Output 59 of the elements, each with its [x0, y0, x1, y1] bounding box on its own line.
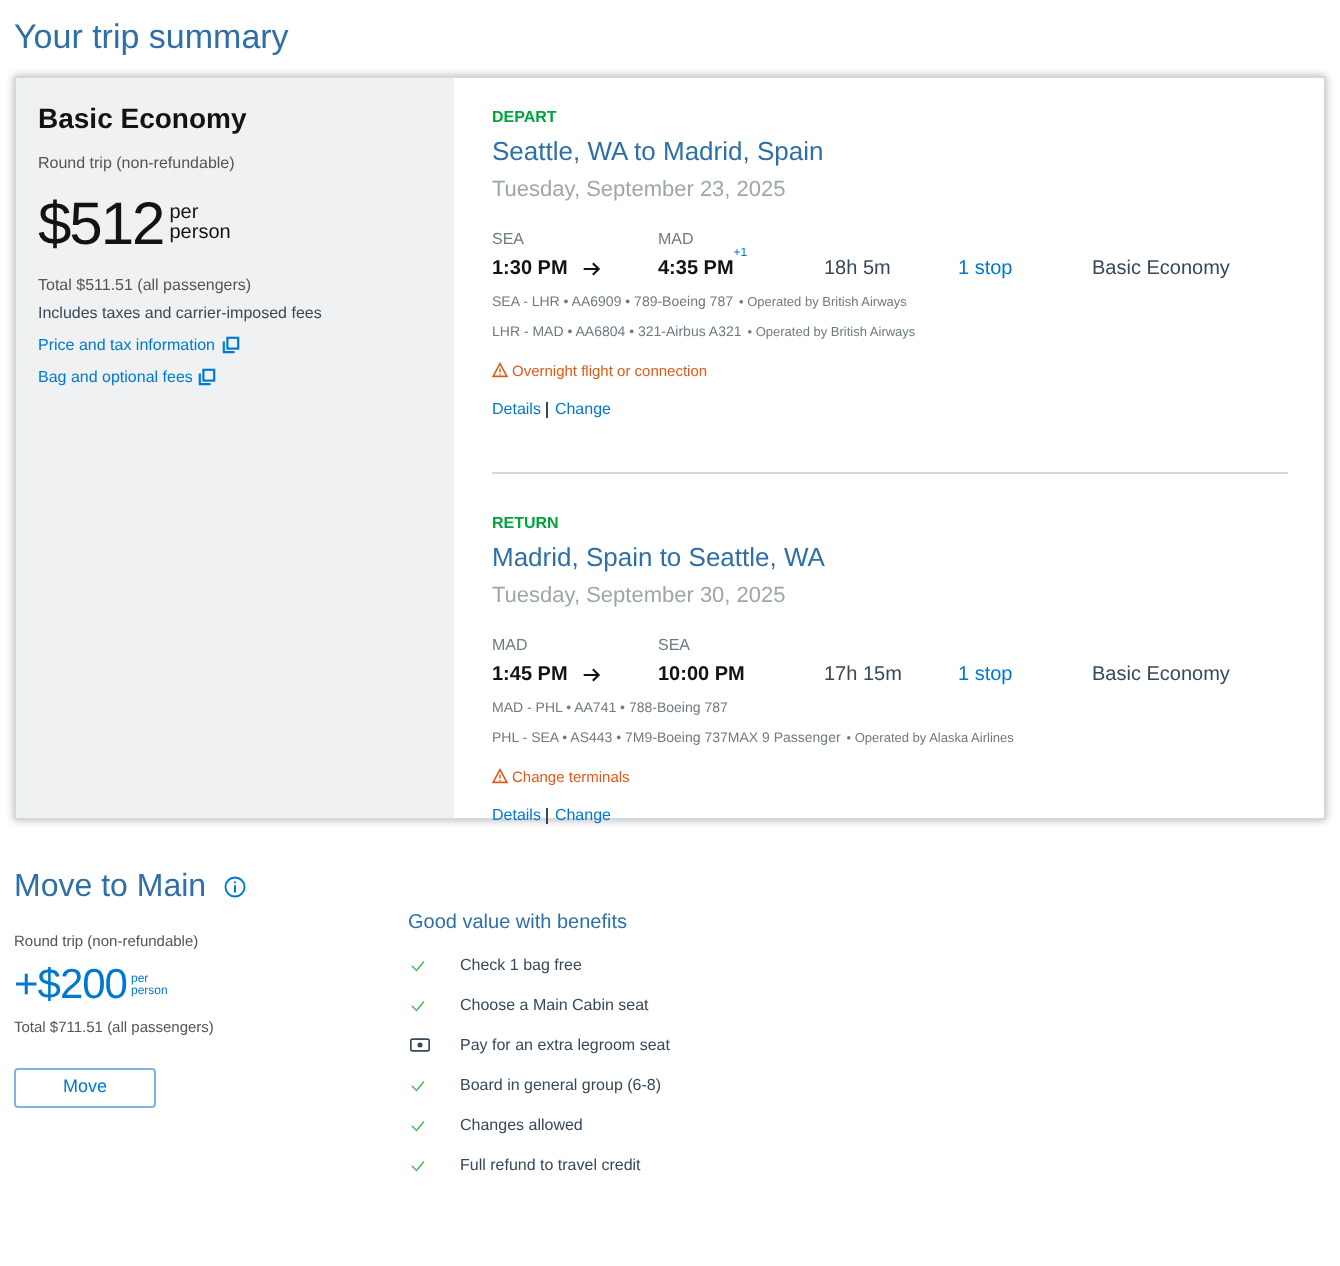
flight-date: Tuesday, September 30, 2025: [492, 582, 788, 613]
warning-icon: [492, 768, 508, 785]
section-title: Move to Main: [14, 867, 207, 907]
route-title: Seattle, WA to Madrid, Spain: [492, 133, 826, 170]
flight-link[interactable]: Change: [554, 397, 611, 422]
external-link-icon: [221, 336, 239, 354]
person-label: person: [169, 224, 231, 244]
benefit-text: Full refund to travel credit: [460, 1153, 641, 1177]
duration: 18h 5m: [824, 255, 893, 283]
benefit-text: Board in general group (6-8): [460, 1073, 662, 1097]
warning-icon: [492, 362, 508, 379]
arrow-icon: [581, 259, 602, 277]
benefit-text: Choose a Main Cabin seat: [460, 993, 649, 1017]
link-text[interactable]: Price and tax information: [38, 333, 215, 357]
airport-code: SEA: [658, 633, 691, 658]
external-link-icon: [198, 368, 217, 386]
fare-note: Includes taxes and carrier-imposed fees: [38, 301, 324, 325]
benefit-text: Pay for an extra legroom seat: [460, 1033, 670, 1057]
per-label: per: [169, 204, 201, 224]
check-icon: [410, 1119, 426, 1131]
cash-icon: [410, 1038, 430, 1052]
upgrade-price: +$200: [14, 959, 127, 1012]
fare-total: Total $511.51 (all passengers): [38, 273, 254, 297]
arrow-icon: [581, 665, 602, 684]
flight-link[interactable]: Change: [554, 804, 611, 828]
info-link[interactable]: Bag and optional fees: [38, 365, 432, 389]
check-icon: [410, 1079, 426, 1091]
check-icon: [410, 959, 426, 971]
depart-time: 1:30 PM: [492, 255, 568, 283]
arrive-time: 10:00 PM: [658, 661, 745, 690]
flight-date: Tuesday, September 23, 2025: [492, 176, 788, 206]
cabin-class: Basic Economy: [1092, 661, 1230, 690]
fare-price: $512: [38, 189, 164, 261]
check-icon: [410, 999, 426, 1011]
benefit-text: Changes allowed: [460, 1113, 583, 1137]
flight-link[interactable]: Details: [492, 397, 541, 422]
leg-label: DEPART: [492, 105, 559, 129]
stops-link[interactable]: 1 stop: [958, 253, 1092, 283]
leg-label: RETURN: [492, 511, 561, 536]
page-title: Your trip summary: [14, 16, 291, 60]
trip-type: Round trip (non-refundable): [38, 151, 237, 175]
info-icon[interactable]: [224, 876, 247, 898]
fare-name: Basic Economy: [38, 99, 249, 138]
benefit-text: Check 1 bag free: [460, 953, 582, 977]
airport-code: MAD: [492, 633, 530, 658]
depart-time: 1:45 PM: [492, 661, 568, 690]
check-icon: [410, 1159, 426, 1171]
airport-code: MAD: [658, 227, 694, 251]
benefits-title: Good value with benefits: [408, 909, 630, 937]
duration: 17h 15m: [824, 661, 904, 690]
info-link[interactable]: Price and tax information: [38, 333, 432, 357]
move-button[interactable]: Move: [14, 1067, 156, 1107]
airport-code: SEA: [492, 227, 527, 251]
stops-link[interactable]: 1 stop: [958, 659, 1092, 690]
route-title: Madrid, Spain to Seattle, WA: [492, 539, 827, 576]
cabin-class: Basic Economy: [1092, 255, 1230, 283]
arrive-time: 4:35 PM: [658, 256, 734, 283]
flight-link[interactable]: Details: [492, 804, 541, 828]
link-text[interactable]: Bag and optional fees: [38, 365, 193, 389]
